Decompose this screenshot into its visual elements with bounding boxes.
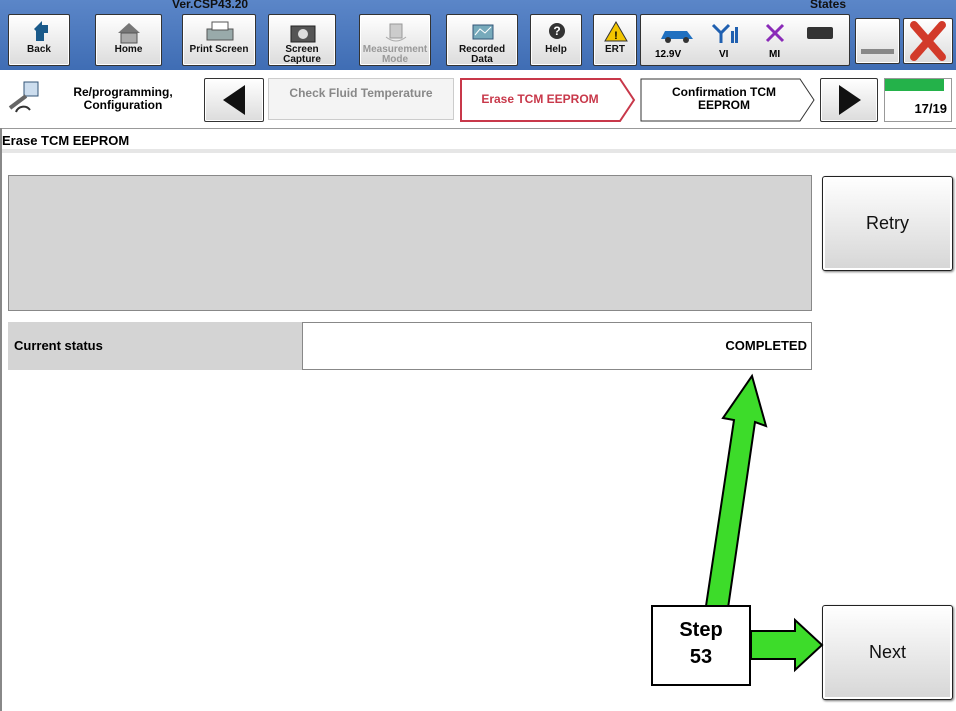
annotation-arrows	[704, 373, 824, 673]
step-number: 53	[689, 646, 713, 668]
step-label: Step	[679, 619, 723, 641]
up-arrow-annotation	[704, 373, 768, 610]
right-arrow-annotation	[750, 617, 824, 673]
step-callout: Step 53	[651, 605, 751, 686]
